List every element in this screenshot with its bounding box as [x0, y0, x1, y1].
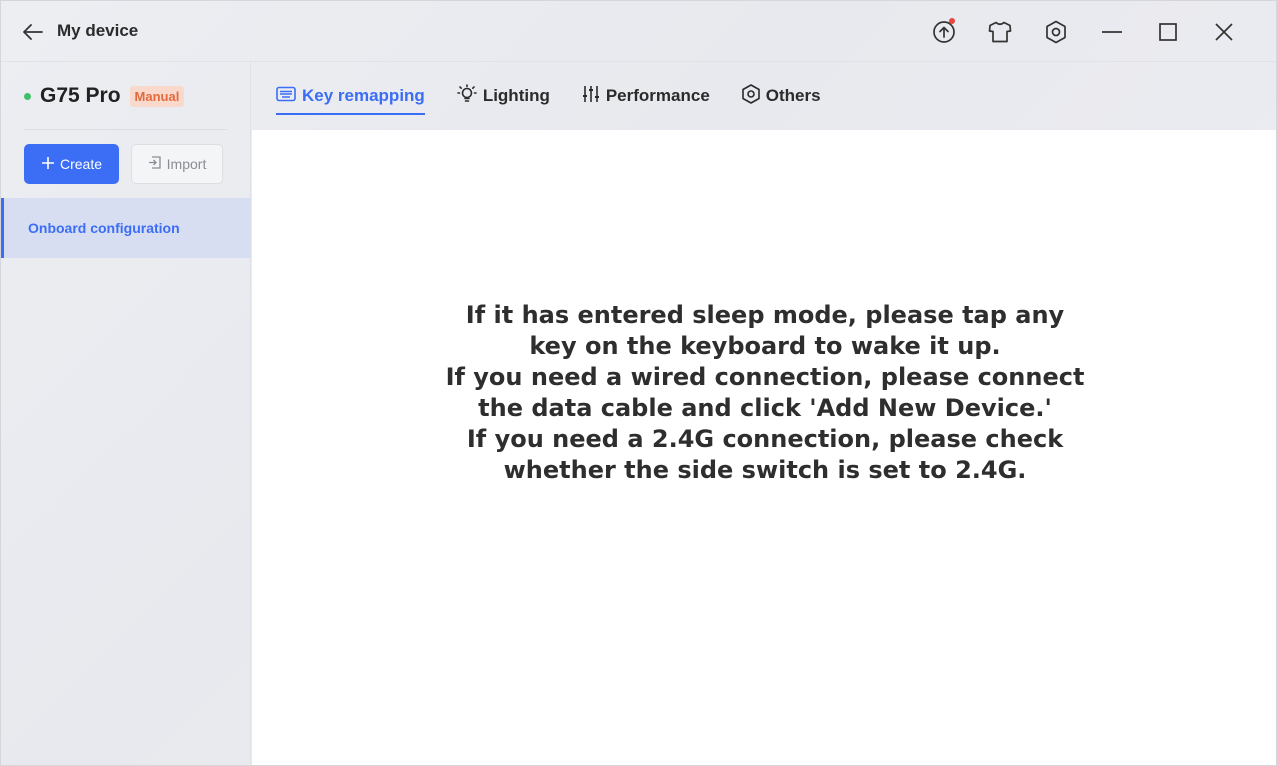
sidebar-divider: [24, 129, 227, 130]
page-title: My device: [57, 21, 139, 40]
notification-dot: [949, 18, 955, 24]
upgrade-icon[interactable]: [916, 18, 972, 46]
import-icon: [148, 156, 161, 172]
tab-label: Lighting: [482, 86, 550, 105]
import-button[interactable]: Import: [131, 144, 223, 184]
settings-icon[interactable]: [1028, 18, 1084, 46]
title-bar: My device: [1, 1, 1276, 62]
sliders-icon: [582, 85, 600, 108]
instruction-line: If you need a 2.4G connection, please ch…: [466, 425, 1064, 453]
theme-icon[interactable]: [972, 18, 1028, 46]
tab-lighting[interactable]: Lighting: [457, 81, 550, 111]
close-icon[interactable]: [1196, 18, 1252, 46]
minimize-icon[interactable]: [1084, 18, 1140, 46]
instruction-line: key on the keyboard to wake it up.: [529, 332, 1001, 360]
device-name: G75 Pro: [40, 84, 121, 107]
hexagon-icon: [741, 83, 760, 109]
create-button[interactable]: Create: [24, 144, 119, 184]
mode-badge: Manual: [129, 85, 185, 107]
main-panel: If it has entered sleep mode, please tap…: [252, 130, 1276, 765]
back-arrow-icon[interactable]: [21, 20, 45, 44]
connection-instructions: If it has entered sleep mode, please tap…: [252, 300, 1276, 486]
instruction-line: If it has entered sleep mode, please tap…: [465, 301, 1065, 329]
tab-key-remapping[interactable]: Key remapping: [276, 81, 425, 115]
sidebar: G75 Pro Manual Create Import Onboard con…: [1, 62, 251, 765]
tab-label: Performance: [605, 86, 710, 105]
app-window: My device G75 Pro Manual Create Import O…: [0, 0, 1277, 766]
maximize-icon[interactable]: [1140, 18, 1196, 46]
tab-label: Key remapping: [302, 86, 425, 105]
window-controls: [916, 18, 1252, 46]
create-label: Create: [59, 156, 103, 172]
keyboard-icon: [276, 86, 296, 107]
instruction-line: whether the side switch is set to 2.4G.: [503, 456, 1027, 484]
tab-others[interactable]: Others: [741, 81, 821, 111]
instruction-line: the data cable and click 'Add New Device…: [478, 394, 1052, 422]
import-label: Import: [166, 156, 207, 172]
plus-icon: [41, 156, 55, 173]
instruction-line: If you need a wired connection, please c…: [445, 363, 1085, 391]
bulb-icon: [457, 83, 477, 109]
tab-bar: Key remapping Lighting Performance Other…: [252, 62, 1276, 130]
sidebar-item-onboard-configuration[interactable]: Onboard configuration: [1, 198, 251, 258]
connection-status-dot: [24, 92, 31, 100]
tab-performance[interactable]: Performance: [582, 81, 710, 111]
tab-label: Others: [765, 86, 821, 105]
device-header: G75 Pro Manual: [24, 84, 185, 108]
